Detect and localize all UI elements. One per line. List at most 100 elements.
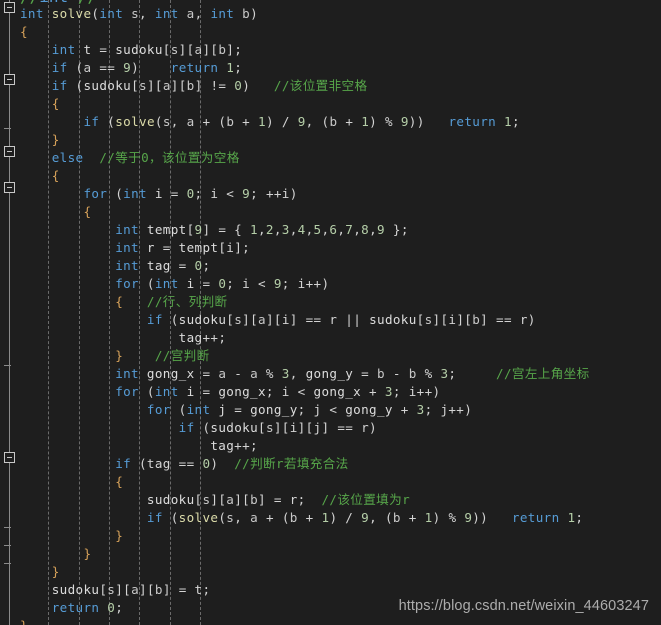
code-line[interactable]: int t = sudoku[s][a][b]; <box>20 41 661 59</box>
fold-collapse-icon[interactable] <box>4 146 15 157</box>
comment-token: //宫左上角坐标 <box>496 366 590 381</box>
code-line[interactable]: { //行、列判断 <box>20 293 661 311</box>
code-token: b <box>250 492 259 507</box>
code-line[interactable]: for (int i = gong_x; i < gong_x + 3; i++… <box>20 383 661 401</box>
code-line[interactable]: } <box>20 527 661 545</box>
code-line[interactable]: tag++; <box>20 329 661 347</box>
code-token: = <box>361 366 378 381</box>
code-line[interactable]: if (sudoku[s][a][i] == r || sudoku[s][i]… <box>20 311 661 329</box>
code-line[interactable]: for (int j = gong_y; j < gong_y + 3; j++… <box>20 401 661 419</box>
code-token: 3 <box>384 384 393 399</box>
code-line[interactable]: { <box>20 95 661 113</box>
comment-token: //等于0，该位置为空格 <box>99 150 240 165</box>
code-token: i <box>178 384 203 399</box>
code-editor[interactable]: int solve(int s, int a, int b){ int t = … <box>0 0 661 625</box>
code-line[interactable]: { <box>20 473 661 491</box>
code-token: a <box>162 78 171 93</box>
code-token: ; <box>202 258 211 273</box>
code-line[interactable]: int gong_x = a - a % 3, gong_y = b - b %… <box>20 365 661 383</box>
code-token: sudoku <box>83 78 132 93</box>
code-token: ][ <box>210 492 227 507</box>
code-token: % <box>258 366 282 381</box>
code-line[interactable]: { <box>20 23 661 41</box>
code-surface[interactable]: int solve(int s, int a, int b){ int t = … <box>20 0 661 625</box>
code-token: ] = r; <box>258 492 306 507</box>
comment-token: //行、列判断 <box>146 294 228 309</box>
code-line[interactable]: int tempt[9] = { 1,2,3,4,5,6,7,8,9 }; <box>20 221 661 239</box>
code-line[interactable]: if (sudoku[s][i][j] == r) <box>20 419 661 437</box>
code-line[interactable]: for (int i = 0; i < 9; ++i) <box>20 185 661 203</box>
code-line[interactable]: sudoku[s][a][b] = t; <box>20 581 661 599</box>
code-token: + <box>297 510 322 525</box>
code-line[interactable]: if (a == 9) return 1; <box>20 59 661 77</box>
code-token: + <box>400 510 425 525</box>
code-line[interactable]: { <box>20 167 661 185</box>
code-token: gong_y <box>250 402 298 417</box>
code-token: , <box>194 6 211 21</box>
fold-collapse-icon[interactable] <box>4 182 15 193</box>
code-token: for <box>146 402 171 417</box>
code-line[interactable]: sudoku[s][a][b] = r; //该位置填为r <box>20 491 661 509</box>
code-token: { <box>51 96 60 111</box>
code-line[interactable]: { <box>20 203 661 221</box>
code-line[interactable]: //int // <box>20 0 661 5</box>
code-token: [ <box>416 312 425 327</box>
code-text[interactable]: int solve(int s, int a, int b){ int t = … <box>20 5 661 625</box>
code-token: int <box>154 6 179 21</box>
code-token: = <box>202 384 219 399</box>
code-line[interactable]: int tag = 0; <box>20 257 661 275</box>
fold-collapse-icon[interactable] <box>4 452 15 463</box>
code-token: ; i++) <box>281 276 330 291</box>
code-token: s <box>234 312 243 327</box>
code-token: 3 <box>281 366 290 381</box>
code-token: if <box>51 60 68 75</box>
fold-collapse-icon[interactable] <box>4 2 15 13</box>
code-line[interactable]: tag++; <box>20 437 661 455</box>
code-token: 8 <box>361 222 370 237</box>
code-token: ( <box>194 420 211 435</box>
comment-token: //宫判断 <box>154 348 210 363</box>
code-line[interactable]: } <box>20 131 661 149</box>
code-line[interactable]: if (sudoku[s][a][b] != 0) //该位置非空格 <box>20 77 661 95</box>
code-line[interactable]: int r = tempt[i]; <box>20 239 661 257</box>
fold-end-tick-icon <box>4 545 11 546</box>
code-line[interactable]: } <box>20 617 661 625</box>
code-token: return <box>170 60 219 75</box>
code-token: ) % <box>369 114 401 129</box>
code-token: 9 <box>242 186 251 201</box>
code-line[interactable]: } <box>20 545 661 563</box>
code-token: (tag == <box>131 456 203 471</box>
code-token: else <box>51 150 84 165</box>
fold-collapse-icon[interactable] <box>4 74 15 85</box>
code-token: int <box>154 276 179 291</box>
code-line[interactable]: int solve(int s, int a, int b) <box>20 5 661 23</box>
code-token: - <box>226 366 251 381</box>
code-token: sudoku <box>369 312 417 327</box>
code-token: for <box>83 186 108 201</box>
code-token: ; i < <box>194 186 243 201</box>
code-token: 1 <box>424 510 433 525</box>
code-token: ( <box>138 276 155 291</box>
code-line[interactable]: } //宫判断 <box>20 347 661 365</box>
code-token: b <box>242 6 251 21</box>
code-token: ++; <box>202 330 227 345</box>
code-token: [ <box>226 312 235 327</box>
fold-margin[interactable] <box>0 0 20 625</box>
code-token: [ <box>186 222 195 237</box>
code-line[interactable]: for (int i = 0; i < 9; i++) <box>20 275 661 293</box>
code-token: 2 <box>265 222 274 237</box>
code-line[interactable]: if (tag == 0) //判断r若填充合法 <box>20 455 661 473</box>
code-line[interactable]: } <box>20 563 661 581</box>
code-line[interactable]: else //等于0，该位置为空格 <box>20 149 661 167</box>
code-line[interactable]: if (solve(s, a + (b + 1) / 9, (b + 1) % … <box>20 509 661 527</box>
comment-token: //该位置非空格 <box>273 78 368 93</box>
code-token: ) / <box>329 510 362 525</box>
code-token: for <box>115 276 139 291</box>
code-token: , <box>257 222 266 237</box>
code-line[interactable]: if (solve(s, a + (b + 1) / 9, (b + 1) % … <box>20 113 661 131</box>
code-token: gong_y <box>345 402 393 417</box>
code-token: 0 <box>234 78 243 93</box>
code-token: ; <box>115 600 124 615</box>
code-token: return <box>511 510 560 525</box>
